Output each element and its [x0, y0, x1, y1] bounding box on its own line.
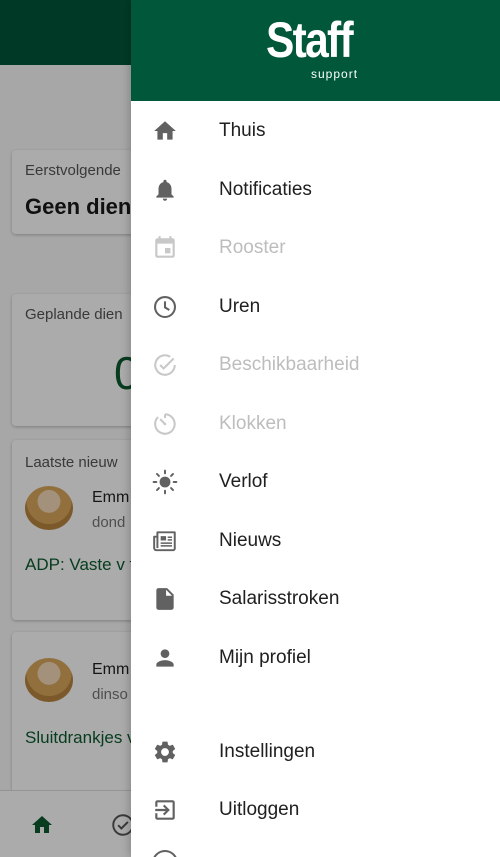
home-icon — [152, 118, 178, 144]
calendar-icon — [152, 235, 178, 261]
menu-item-label: Nieuws — [219, 530, 282, 551]
menu-item-label: Salarisstroken — [219, 588, 340, 609]
menu-item-beschikbaarheid[interactable]: Beschikbaarheid — [131, 335, 500, 393]
menu-item-label: Notificaties — [219, 179, 312, 200]
clock-icon — [152, 294, 178, 320]
menu-item-salarisstroken[interactable]: Salarisstroken — [131, 569, 500, 627]
menu-item-rooster[interactable]: Rooster — [131, 218, 500, 276]
bell-icon — [152, 177, 178, 203]
sun-icon — [152, 469, 178, 495]
drawer-header: Staff support — [131, 0, 500, 101]
menu-item-label: Rooster — [219, 237, 286, 258]
menu-item-label: Verlof — [219, 471, 268, 492]
menu-item-label: Klokken — [219, 413, 287, 434]
menu-item-label: Uren — [219, 296, 261, 317]
logout-icon — [152, 797, 178, 823]
menu-item-label: Mijn profiel — [219, 647, 311, 668]
timer-icon — [152, 411, 178, 437]
logo-text: Staff — [266, 12, 354, 68]
menu-item-verlof[interactable]: Verlof — [131, 452, 500, 510]
gear-icon — [152, 739, 178, 765]
menu-item-instellingen[interactable]: Instellingen — [131, 722, 500, 780]
menu-item-klokken[interactable]: Klokken — [131, 394, 500, 452]
menu-item-thuis[interactable]: Thuis — [131, 101, 500, 159]
menu-item-label: Thuis — [219, 120, 266, 141]
logo-subtext: support — [311, 67, 359, 81]
file-icon — [152, 586, 178, 612]
check-circle-icon — [152, 352, 178, 378]
menu-item-label: Beschikbaarheid — [219, 354, 360, 375]
newspaper-icon — [152, 528, 178, 554]
menu-item-uitloggen[interactable]: Uitloggen — [131, 780, 500, 838]
menu-item-uren[interactable]: Uren — [131, 277, 500, 335]
menu-item-label: Uitloggen — [219, 799, 300, 820]
menu-item-notificaties[interactable]: Notificaties — [131, 160, 500, 218]
partial-icon — [152, 850, 178, 857]
person-icon — [152, 645, 178, 671]
navigation-drawer: Staff support Thuis Notificaties Rooster… — [131, 0, 500, 857]
menu-item-label: Instellingen — [219, 741, 316, 762]
menu-item-nieuws[interactable]: Nieuws — [131, 511, 500, 569]
menu-item-mijn-profiel[interactable]: Mijn profiel — [131, 628, 500, 686]
